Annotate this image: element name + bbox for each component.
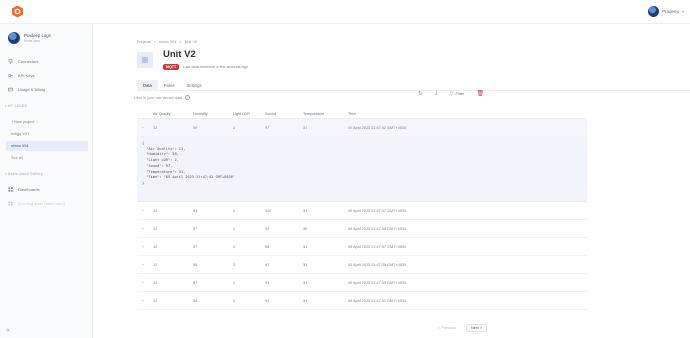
profile-role: Invite also — [24, 39, 41, 43]
tab-settings[interactable]: Settings — [181, 80, 208, 91]
card-icon — [8, 87, 13, 92]
expand-row-icon[interactable]: + — [137, 299, 149, 303]
pagination: < Previous Next > — [438, 324, 488, 332]
sidebar-project-indigo[interactable]: Indigo WIT — [6, 129, 88, 139]
avatar — [8, 32, 20, 44]
see-all-link[interactable]: See all — [6, 153, 88, 163]
breadcrumb-separator: > — [179, 40, 182, 44]
breadcrumb: Projects > simon 904 > Unit V2 — [137, 40, 197, 44]
tabs: Data Rules Settings — [137, 80, 690, 91]
sidebar-item-label: (Coming soon Dashboard) — [18, 201, 65, 206]
next-page-button[interactable]: Next > — [466, 324, 488, 332]
key-icon — [8, 74, 13, 77]
expand-row-icon[interactable]: + — [137, 209, 149, 213]
sidebar-profile[interactable]: Pradeep Logs Invite also — [8, 32, 51, 44]
data-hint: Here is your raw device data ? — [134, 95, 191, 100]
plug-icon — [8, 59, 13, 64]
device-meta: MQTT Last data received: a few seconds a… — [163, 64, 248, 70]
tab-data[interactable]: Data — [137, 80, 158, 91]
chevron-down-icon: ▾ — [681, 9, 684, 14]
col-time[interactable]: Time — [344, 112, 504, 116]
collapse-sidebar-icon[interactable]: « — [6, 327, 10, 334]
table-header: Air Quality Humidity Light LDR Sound Tem… — [137, 109, 587, 119]
tab-rules[interactable]: Rules — [158, 80, 181, 91]
new-project-link[interactable]: + New project — [6, 117, 88, 127]
col-air-quality[interactable]: Air Quality — [149, 112, 189, 116]
refresh-icon[interactable]: ↻ — [418, 90, 423, 97]
table-toolbar: ↻ ⤓ ▽ Filter 🗑 — [418, 90, 484, 97]
table-row[interactable]: − 13 59 2 97 31 05 April 2023 21:47:42 G… — [137, 119, 587, 137]
sidebar-item-label: API Keys — [18, 73, 35, 78]
protocol-badge: MQTT — [163, 64, 180, 70]
sidebar-item-api-keys[interactable]: API Keys — [5, 70, 87, 81]
previous-page-button[interactable]: < Previous — [438, 326, 456, 330]
projects-section-title: • MY LAKES — [5, 104, 28, 108]
col-temperature[interactable]: Temperature — [299, 112, 344, 116]
filter-icon: ▽ — [449, 90, 454, 97]
sidebar-item-label: Dashboards — [18, 187, 40, 192]
table-row[interactable]: + 12 57 3 98 31 05 April 2023 21:47:37 G… — [137, 238, 587, 256]
table-row[interactable]: + 12 61 3 102 31 05 April 2023 21:47:47 … — [137, 202, 587, 220]
user-name: Pradeep — [661, 9, 679, 14]
profile-name: Pradeep Logs — [24, 33, 51, 38]
hint-text: Here is your raw device data — [134, 95, 183, 100]
top-bar: Pradeep ▾ — [0, 0, 690, 24]
sidebar-item-label: Connectors — [18, 59, 39, 64]
download-icon[interactable]: ⤓ — [435, 90, 438, 97]
sidebar: Pradeep Logs Invite also Connectors API … — [0, 24, 93, 338]
table-row[interactable]: + 12 57 2 93 31 05 April 2023 21:47:33 G… — [137, 274, 587, 292]
breadcrumb-separator: > — [153, 40, 156, 44]
grid-icon — [8, 187, 13, 192]
table-row[interactable]: + 12 58 3 93 31 05 April 2023 21:47:31 G… — [137, 292, 587, 310]
col-humidity[interactable]: Humidity — [189, 112, 229, 116]
breadcrumb-project[interactable]: simon 904 — [159, 40, 177, 44]
filter-label: Filter — [455, 91, 465, 96]
sidebar-project-simon[interactable]: simon 904 — [6, 141, 88, 151]
col-sound[interactable]: Sound — [261, 112, 299, 116]
trash-icon[interactable]: 🗑 — [476, 90, 484, 97]
expand-row-icon[interactable]: + — [137, 263, 149, 267]
filter-button[interactable]: ▽ Filter — [450, 91, 465, 97]
expand-row-icon[interactable]: + — [137, 245, 149, 249]
expand-row-icon[interactable]: + — [137, 227, 149, 231]
json-preview: { "Air Quality": 13, "Humidity": 58, "Li… — [137, 137, 587, 202]
last-received-text: Last data received: a few seconds ago — [183, 65, 248, 69]
sidebar-item-coming-soon: (Coming soon Dashboard) — [5, 198, 87, 209]
device-thumbnail — [137, 52, 153, 68]
col-light-ldr[interactable]: Light LDR — [229, 112, 261, 116]
sidebar-item-connectors[interactable]: Connectors — [5, 56, 87, 67]
table-row[interactable]: + 12 57 2 92 30 05 April 2023 21:47:38 G… — [137, 220, 587, 238]
table-row[interactable]: + 12 58 3 97 31 05 April 2023 21:47:35 G… — [137, 256, 587, 274]
user-menu[interactable]: Pradeep ▾ — [647, 5, 684, 18]
sidebar-item-usage-billing[interactable]: Usage & Billing — [5, 84, 87, 95]
collapse-row-icon[interactable]: − — [137, 126, 149, 130]
avatar — [647, 6, 659, 17]
info-icon[interactable]: ? — [185, 95, 191, 100]
dashboards-section-title: • Users cloud Gallery — [5, 172, 43, 176]
breadcrumb-device: Unit V2 — [184, 40, 198, 44]
page-title: Unit V2 — [163, 49, 196, 60]
breadcrumb-projects[interactable]: Projects — [137, 40, 151, 44]
logo-icon[interactable] — [11, 5, 24, 18]
main-content: Projects > simon 904 > Unit V2 Unit V2 M… — [93, 24, 690, 338]
sidebar-item-dashboards[interactable]: Dashboards — [5, 184, 87, 195]
grid-icon — [8, 201, 13, 206]
data-table: Air Quality Humidity Light LDR Sound Tem… — [137, 109, 587, 310]
expand-row-icon[interactable]: + — [137, 281, 149, 285]
sidebar-item-label: Usage & Billing — [18, 87, 46, 92]
